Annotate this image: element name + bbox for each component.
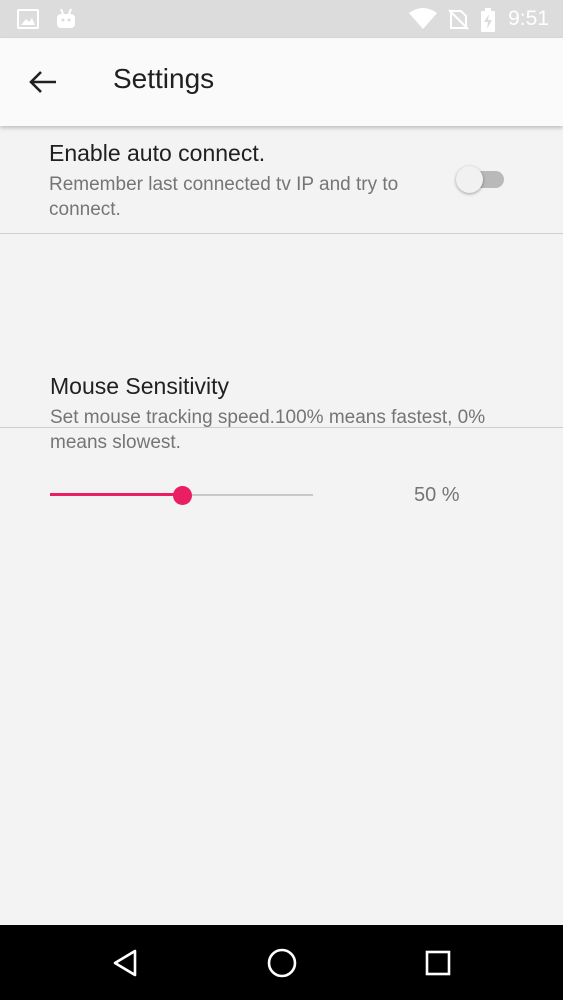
page-title: Settings <box>113 63 215 94</box>
recents-square-icon[interactable] <box>418 943 458 983</box>
switch-thumb[interactable] <box>456 166 483 193</box>
mouse-sensitivity-preference: Mouse Sensitivity Set mouse tracking spe… <box>0 234 563 506</box>
auto-connect-preference[interactable]: Enable auto connect. Remember last conne… <box>0 126 563 234</box>
slider-value-label: 50 % <box>414 484 460 506</box>
battery-charging-icon <box>481 8 495 32</box>
mouse-sensitivity-title: Mouse Sensitivity <box>50 373 229 399</box>
back-triangle-icon[interactable] <box>105 943 145 983</box>
auto-connect-switch[interactable] <box>456 166 506 194</box>
arrow-left-icon[interactable] <box>26 64 62 100</box>
slider-thumb[interactable] <box>172 486 192 505</box>
image-icon <box>17 9 39 29</box>
wifi-icon <box>409 8 437 29</box>
auto-connect-title: Enable auto connect. <box>49 140 266 166</box>
home-circle-icon[interactable] <box>262 943 302 983</box>
mouse-sensitivity-summary: Set mouse tracking speed.100% means fast… <box>50 407 486 453</box>
auto-connect-summary: Remember last connected tv IP and try to… <box>49 174 399 220</box>
no-sim-icon <box>448 9 469 30</box>
android-icon <box>57 8 75 28</box>
navigation-bar <box>0 925 563 1000</box>
status-bar: 9:51 <box>0 0 563 38</box>
preferences-list: Enable auto connect. Remember last conne… <box>0 126 563 506</box>
slider-fill <box>50 493 182 496</box>
status-time: 9:51 <box>508 7 549 30</box>
app-bar: Settings <box>0 38 563 126</box>
mouse-sensitivity-slider[interactable] <box>50 482 313 508</box>
